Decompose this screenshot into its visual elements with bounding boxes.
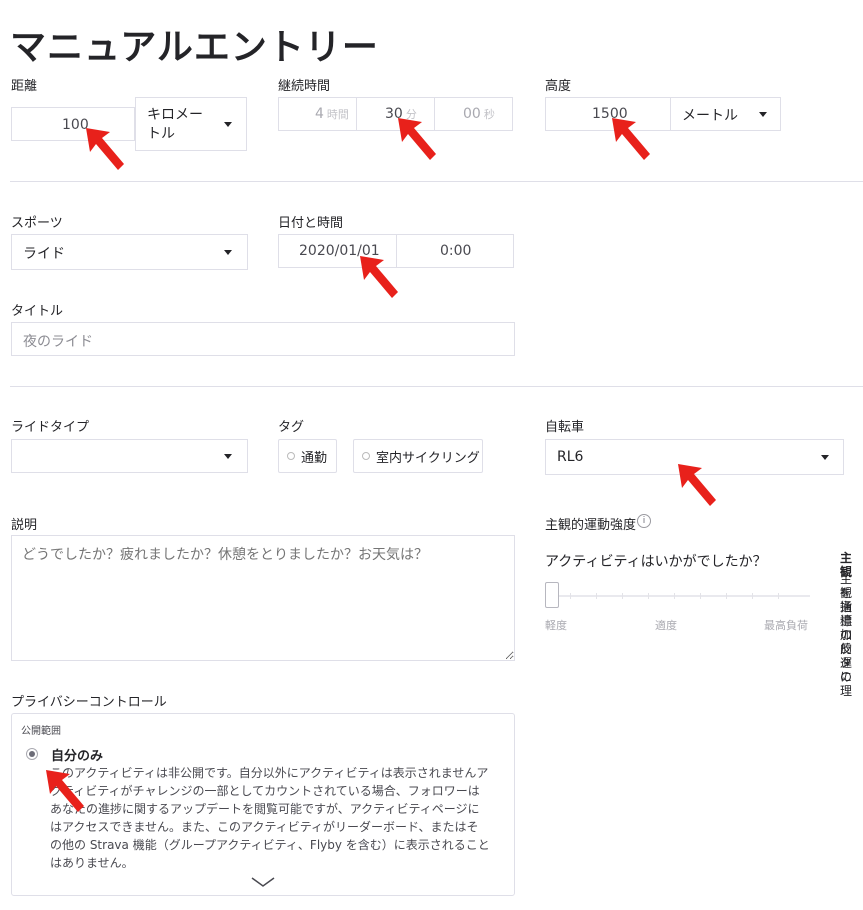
- slider-tick: [700, 593, 701, 599]
- slider-tick: [596, 593, 597, 599]
- page-title: マニュアルエントリー: [10, 27, 379, 68]
- slider-tick: [778, 593, 779, 599]
- chevron-down-icon: [224, 454, 232, 459]
- elevation-unit-select[interactable]: メートル: [670, 97, 781, 131]
- distance-unit-line2: トル: [147, 126, 175, 142]
- chevron-down-icon: [759, 112, 767, 117]
- arrow-icon: [678, 464, 716, 506]
- tags-label: タグ: [278, 420, 305, 435]
- radio-only-me[interactable]: [26, 748, 38, 760]
- divider: [10, 386, 863, 387]
- hours-value: 4: [315, 106, 324, 122]
- chevron-down-icon: [821, 455, 829, 460]
- ride-type-select[interactable]: [11, 439, 248, 473]
- privacy-option-description: このアクティビティは非公開です。自分以外にアクティビティは表示されませんアクティ…: [50, 766, 490, 870]
- arrow-icon: [86, 128, 124, 170]
- seconds-value: 00: [463, 106, 481, 122]
- slider-tick: [622, 593, 623, 599]
- perceived-exertion-label: 主観的運動強度: [545, 518, 637, 533]
- duration-label: 継続時間: [278, 79, 331, 94]
- distance-label: 距離: [11, 79, 38, 94]
- hours-unit: 時間: [326, 108, 349, 121]
- duration-hours-input[interactable]: 4 時間: [278, 97, 357, 131]
- bike-label: 自転車: [545, 420, 585, 435]
- tag-dot-icon: [287, 452, 295, 460]
- scale-max: 最高負荷: [764, 619, 808, 632]
- tag-indoor-cycling[interactable]: 室内サイクリング: [353, 439, 483, 473]
- side-panel-line: の理: [840, 670, 853, 698]
- chevron-down-icon[interactable]: [251, 876, 275, 888]
- distance-unit-line1: キロメー: [147, 107, 203, 123]
- chevron-down-icon: [224, 250, 232, 255]
- slider-tick: [674, 593, 675, 599]
- ride-type-label: ライドタイプ: [11, 420, 90, 435]
- seconds-unit: 秒: [483, 108, 495, 121]
- privacy-option-title: 自分のみ: [51, 749, 104, 764]
- time-value: 0:00: [440, 243, 472, 259]
- exertion-slider-track[interactable]: [545, 595, 810, 597]
- info-icon[interactable]: i: [637, 514, 651, 528]
- tag-label: 通勤: [301, 450, 328, 466]
- tag-commute[interactable]: 通勤: [278, 439, 337, 473]
- title-input[interactable]: 夜のライド: [11, 322, 515, 356]
- slider-tick: [648, 593, 649, 599]
- arrow-icon: [46, 770, 84, 812]
- exertion-question: アクティビティはいかがでしたか？: [545, 554, 767, 570]
- sport-select[interactable]: ライド: [11, 234, 248, 270]
- bike-value: RL6: [557, 449, 584, 465]
- sport-label: スポーツ: [11, 216, 63, 231]
- tag-dot-icon: [362, 452, 370, 460]
- arrow-icon: [398, 118, 436, 160]
- arrow-icon: [612, 118, 650, 160]
- scale-light: 軽度: [545, 619, 567, 632]
- visibility-label: 公開範囲: [21, 726, 61, 737]
- title-label: タイトル: [11, 304, 64, 319]
- elevation-label: 高度: [545, 79, 572, 94]
- description-label: 説明: [11, 518, 38, 533]
- description-textarea[interactable]: [11, 535, 515, 661]
- exertion-slider-handle[interactable]: [545, 582, 559, 608]
- privacy-label: プライバシーコントロール: [11, 695, 167, 710]
- arrow-icon: [360, 256, 398, 298]
- elevation-unit-value: メートル: [682, 108, 738, 124]
- scale-moderate: 適度: [655, 619, 677, 632]
- distance-unit-select[interactable]: キロメー トル: [135, 97, 247, 151]
- tag-label: 室内サイクリング: [376, 450, 480, 466]
- manual-entry-page: マニュアルエントリー 距離 100 キロメー トル 継続時間 4 時間 30 分 0…: [0, 0, 863, 910]
- slider-tick: [752, 593, 753, 599]
- title-value: 夜のライド: [23, 334, 93, 350]
- slider-tick: [570, 593, 571, 599]
- slider-tick: [726, 593, 727, 599]
- chevron-down-icon: [224, 122, 232, 127]
- sport-value: ライド: [23, 246, 65, 262]
- datetime-label: 日付と時間: [278, 216, 344, 231]
